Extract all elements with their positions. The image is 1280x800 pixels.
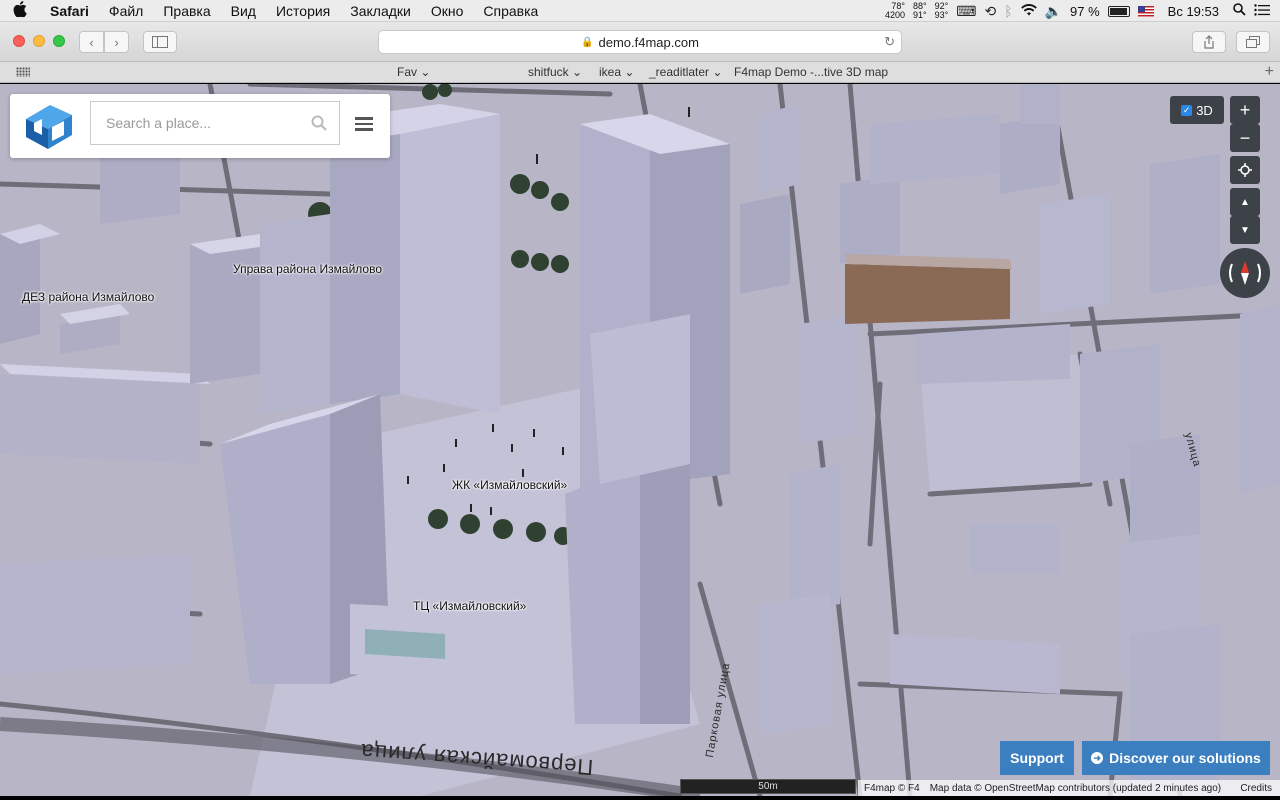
favorites-bar: Fav ⌄ shitfuck ⌄ ikea ⌄ _readitlater ⌄ F… [0, 62, 1280, 83]
chevron-right-icon: › [114, 34, 119, 50]
map-label-tc[interactable]: ТЦ «Измайловский» [413, 599, 526, 613]
favorite-fav[interactable]: Fav ⌄ [397, 65, 430, 79]
favorite-ikea[interactable]: ikea ⌄ [599, 65, 634, 79]
tilt-up-button[interactable]: ▲ [1230, 188, 1260, 216]
add-tab-icon[interactable]: + [1265, 63, 1274, 81]
favorite-label: Fav [397, 65, 418, 79]
menu-window[interactable]: Окно [421, 3, 474, 19]
favorite-shitfuck[interactable]: shitfuck ⌄ [528, 65, 582, 79]
favorite-readitlater[interactable]: _readitlater ⌄ [649, 65, 722, 79]
share-icon [1204, 35, 1214, 49]
wifi-icon[interactable] [1020, 3, 1037, 19]
chevron-left-icon: ‹ [89, 34, 94, 50]
map-label-uprava[interactable]: Управа района Измайлово [233, 262, 382, 276]
zoom-in-button[interactable]: + [1230, 96, 1260, 124]
search-icon[interactable] [311, 115, 327, 131]
sidebar-button[interactable] [143, 31, 177, 53]
scale-bar: 50m [680, 779, 856, 794]
arrow-right-circle-icon: ➜ [1091, 752, 1104, 764]
attribution-bar: F4map © F4 Map data © OpenStreetMap cont… [858, 780, 1280, 796]
crosshair-icon [1238, 163, 1252, 177]
temp-bottom: 4200 [884, 10, 905, 20]
share-button[interactable] [1192, 31, 1226, 53]
minimize-window-button[interactable] [33, 35, 45, 47]
tabs-overview-button[interactable] [1236, 31, 1270, 53]
temp-stat-3[interactable]: 92° 93° [935, 2, 949, 20]
favorite-f4map-demo[interactable]: F4map Demo -...tive 3D map [734, 65, 888, 79]
checkbox-checked-icon: ✓ [1181, 104, 1193, 116]
menu-edit[interactable]: Правка [153, 3, 220, 19]
search-input[interactable] [91, 102, 301, 144]
map-label-dez[interactable]: ДЕЗ района Измайлово [22, 290, 154, 304]
caret-up-icon: ▲ [1240, 196, 1250, 208]
compass-icon [1229, 261, 1261, 285]
time-machine-icon[interactable]: ⟲ [984, 3, 996, 20]
discover-label: Discover our solutions [1109, 750, 1261, 766]
temp3-bottom: 93° [934, 10, 949, 20]
lock-icon: 🔒 [581, 36, 594, 48]
sidebar-icon [152, 36, 168, 48]
menu-bookmarks[interactable]: Закладки [340, 3, 421, 19]
search-box [90, 101, 340, 145]
temp-stat[interactable]: 78° 4200 [885, 2, 905, 20]
tabs-icon [1246, 36, 1260, 48]
hamburger-menu-icon[interactable] [355, 117, 373, 131]
locate-me-button[interactable] [1230, 156, 1260, 184]
menu-app-name[interactable]: Safari [40, 3, 99, 19]
bluetooth-icon[interactable]: ᛒ [1004, 3, 1012, 19]
menu-help[interactable]: Справка [473, 3, 548, 19]
caret-down-icon: ▼ [1240, 224, 1250, 236]
back-button[interactable]: ‹ [79, 31, 104, 53]
compass-rotate-control[interactable] [1220, 248, 1270, 298]
favorite-label: shitfuck [528, 65, 569, 79]
tilt-down-button[interactable]: ▼ [1230, 216, 1260, 244]
toggle-3d-button[interactable]: ✓ 3D [1170, 96, 1224, 124]
top-sites-grid-icon[interactable] [16, 67, 30, 77]
menu-bar: Safari Файл Правка Вид История Закладки … [0, 0, 1280, 22]
battery-icon[interactable] [1107, 5, 1130, 17]
menu-view[interactable]: Вид [221, 3, 266, 19]
menu-history[interactable]: История [266, 3, 340, 19]
f4map-logo-icon[interactable] [20, 101, 76, 151]
favorite-label: ikea [599, 65, 622, 79]
clock[interactable]: Вс 19:53 [1162, 4, 1225, 19]
discover-solutions-button[interactable]: ➜ Discover our solutions [1082, 741, 1270, 775]
fullscreen-window-button[interactable] [53, 35, 65, 47]
keyboard-icon[interactable]: ⌨ [956, 3, 976, 20]
map-viewport[interactable]: Управа района Измайлово ДЕЗ района Измай… [0, 84, 1280, 796]
favorite-label: F4map Demo -...tive 3D map [734, 65, 889, 79]
temp-stat-2[interactable]: 88° 91° [913, 2, 927, 20]
favorite-label: _readitlater [649, 65, 710, 79]
reload-icon[interactable]: ↻ [884, 34, 895, 50]
toggle-3d-label: 3D [1196, 102, 1213, 118]
support-button[interactable]: Support [1000, 741, 1074, 775]
notification-center-icon[interactable] [1254, 3, 1270, 19]
map-data-text[interactable]: Map data © OpenStreetMap contributors (u… [930, 783, 1221, 794]
search-panel [10, 94, 390, 158]
credits-link[interactable]: Credits [1240, 783, 1272, 794]
zoom-out-button[interactable]: − [1230, 124, 1260, 152]
us-flag-icon[interactable] [1137, 5, 1154, 17]
apple-menu-icon[interactable] [0, 0, 40, 21]
map-label-zhk[interactable]: ЖК «Измайловский» [452, 478, 567, 492]
battery-percent: 97 % [1070, 3, 1100, 19]
close-window-button[interactable] [13, 35, 25, 47]
copyright-text[interactable]: F4map © F4 [864, 783, 920, 794]
address-bar[interactable]: 🔒 demo.f4map.com ↻ [378, 30, 902, 54]
city-3d-render [0, 84, 1280, 796]
spotlight-search-icon[interactable] [1233, 3, 1246, 19]
url-text: demo.f4map.com [598, 34, 699, 50]
menu-file[interactable]: Файл [99, 3, 153, 19]
temp2-bottom: 91° [912, 10, 927, 20]
browser-toolbar: ‹ › 🔒 demo.f4map.com ↻ [0, 22, 1280, 62]
volume-icon[interactable]: 🔈 [1045, 3, 1062, 20]
forward-button[interactable]: › [104, 31, 129, 53]
